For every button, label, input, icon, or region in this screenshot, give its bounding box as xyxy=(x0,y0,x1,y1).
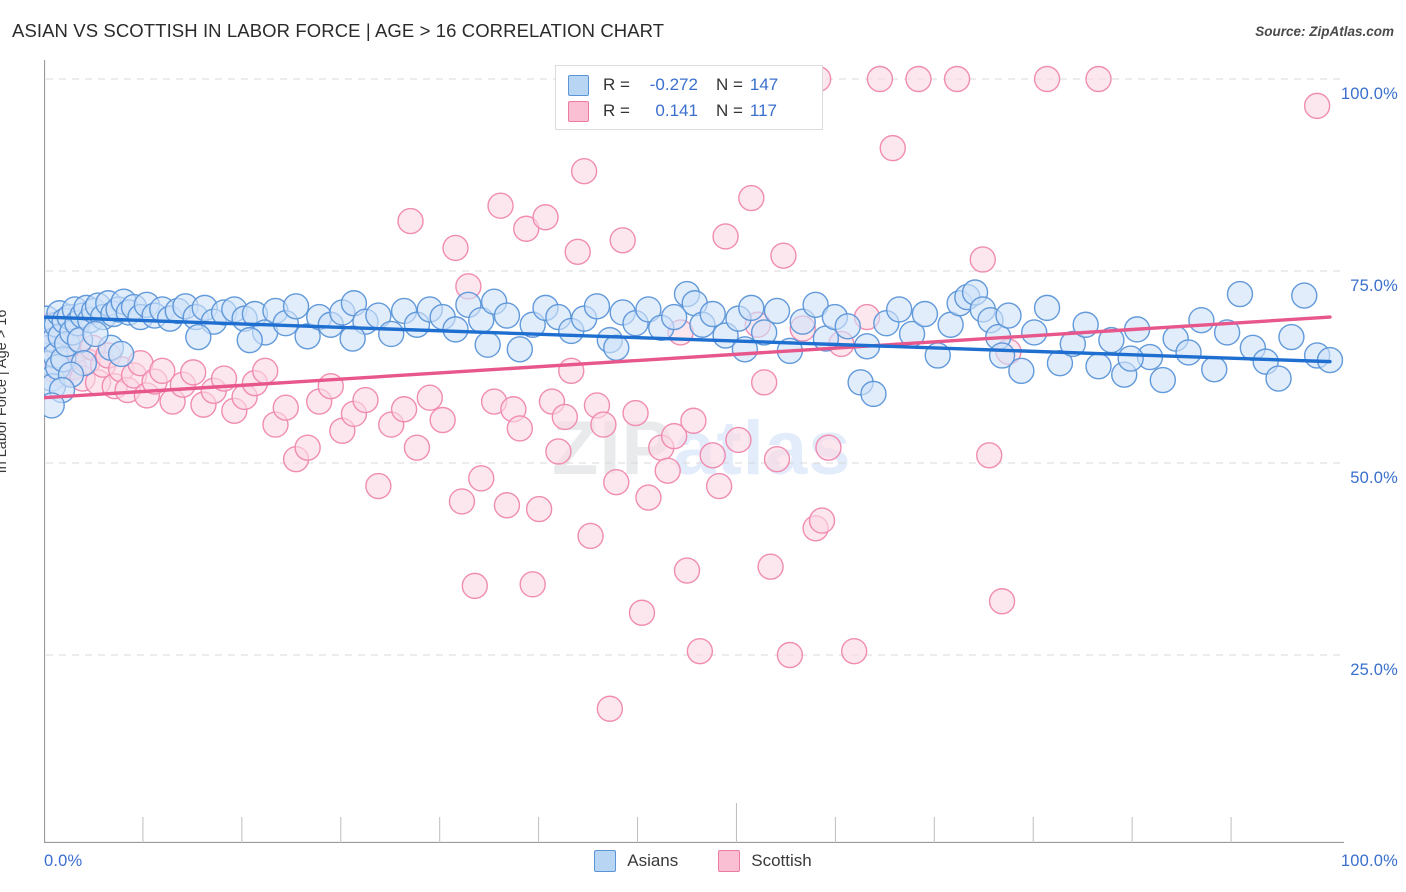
stats-row-asians: R = -0.272 N = 147 xyxy=(568,72,812,98)
source-attribution: Source: ZipAtlas.com xyxy=(1255,24,1394,39)
stats-r-value-scottish: 0.141 xyxy=(655,101,698,120)
legend-color-asians xyxy=(594,850,617,872)
y-axis-tick-75: 75.0% xyxy=(1350,277,1398,295)
page-title: ASIAN VS SCOTTISH IN LABOR FORCE | AGE >… xyxy=(12,20,665,41)
chart-root: ASIAN VS SCOTTISH IN LABOR FORCE | AGE >… xyxy=(0,0,1406,892)
legend-item-asians[interactable]: Asians xyxy=(594,850,678,872)
legend-label-scottish: Scottish xyxy=(751,851,812,870)
series-legend: Asians Scottish xyxy=(0,850,1406,872)
stats-n-label-asians: N = xyxy=(715,75,743,94)
y-axis-tick-100: 100.0% xyxy=(1340,85,1398,103)
stats-r-label-scottish: R = xyxy=(603,101,630,120)
correlation-stats-legend: R = -0.272 N = 147 R = 0.141 N = 117 xyxy=(555,65,823,130)
legend-swatch-scottish xyxy=(568,100,589,122)
scatter-plot-svg xyxy=(44,60,1344,843)
stats-n-label-scottish: N = xyxy=(715,101,743,120)
series-points-scottish xyxy=(44,65,1331,722)
y-axis-title: In Labor Force | Age > 16 xyxy=(0,309,10,474)
stats-n-value-asians: 147 xyxy=(749,75,779,94)
legend-swatch-asians xyxy=(568,74,589,96)
legend-label-asians: Asians xyxy=(627,851,679,870)
stats-row-scottish: R = 0.141 N = 117 xyxy=(568,98,812,124)
legend-color-scottish xyxy=(718,850,741,872)
plot-area xyxy=(44,60,1344,843)
legend-item-scottish[interactable]: Scottish xyxy=(718,850,812,872)
stats-r-label-asians: R = xyxy=(603,75,630,94)
stats-r-value-asians: -0.272 xyxy=(649,75,698,94)
y-axis-tick-25: 25.0% xyxy=(1350,661,1398,679)
y-axis-tick-50: 50.0% xyxy=(1350,469,1398,487)
stats-n-value-scottish: 117 xyxy=(749,101,777,120)
